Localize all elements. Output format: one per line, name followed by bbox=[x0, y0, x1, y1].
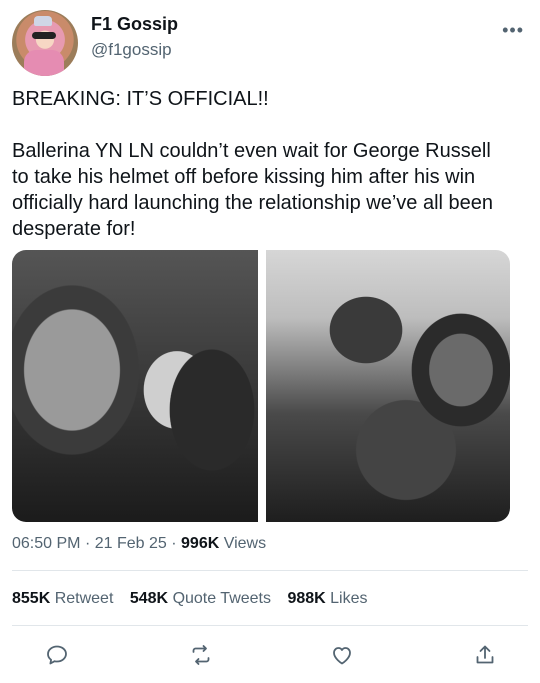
avatar[interactable] bbox=[12, 10, 78, 76]
engagement-stats: 855K Retweet 548K Quote Tweets 988K Like… bbox=[12, 590, 380, 608]
like-button[interactable] bbox=[327, 640, 357, 670]
likes-count: 988K bbox=[287, 590, 326, 607]
avatar-glasses bbox=[32, 32, 56, 39]
quotes-count: 548K bbox=[129, 590, 169, 607]
avatar-crown bbox=[34, 16, 52, 26]
tweet-time[interactable]: 06:50 PM bbox=[12, 535, 80, 552]
retweets-stat[interactable]: 855K Retweet bbox=[12, 590, 118, 607]
media-grid bbox=[12, 250, 510, 522]
like-icon bbox=[333, 647, 351, 665]
reply-button[interactable] bbox=[42, 640, 72, 670]
quotes-stat[interactable]: 548K Quote Tweets bbox=[130, 590, 276, 607]
retweet-button[interactable] bbox=[186, 640, 216, 670]
tweet-paragraph-gap bbox=[12, 112, 512, 138]
meta-separator: · bbox=[84, 535, 95, 552]
tweet-line-2: Ballerina YN LN couldn’t even wait for G… bbox=[12, 140, 494, 240]
likes-label: Likes bbox=[330, 590, 368, 607]
tweet-line-1: BREAKING: IT’S OFFICIAL!! bbox=[12, 88, 269, 110]
display-name[interactable]: F1 Gossip bbox=[91, 14, 178, 35]
views-label: Views bbox=[223, 535, 267, 552]
handle[interactable]: @f1gossip bbox=[91, 40, 172, 60]
action-bar bbox=[0, 640, 540, 674]
views-count: 996K bbox=[181, 535, 220, 552]
tweet-meta: 06:50 PM · 21 Feb 25 · 996K Views bbox=[12, 535, 266, 553]
meta-separator: · bbox=[171, 535, 182, 552]
retweet-icon bbox=[192, 645, 210, 665]
likes-stat[interactable]: 988K Likes bbox=[287, 590, 367, 607]
photo-right[interactable] bbox=[266, 250, 510, 522]
share-icon bbox=[476, 645, 494, 664]
tweet-date[interactable]: 21 Feb 25 bbox=[95, 535, 167, 552]
more-horizontal-icon[interactable]: ••• bbox=[502, 20, 524, 41]
quotes-label: Quote Tweets bbox=[172, 590, 271, 607]
retweets-label: Retweet bbox=[54, 590, 114, 607]
share-button[interactable] bbox=[470, 640, 500, 670]
tweet-header: F1 Gossip @f1gossip ••• bbox=[12, 8, 528, 76]
tweet-text: BREAKING: IT’S OFFICIAL!! Ballerina YN L… bbox=[12, 86, 512, 242]
divider bbox=[12, 625, 528, 626]
reply-icon bbox=[47, 645, 67, 665]
photo-left[interactable] bbox=[12, 250, 258, 522]
divider bbox=[12, 570, 528, 571]
retweets-count: 855K bbox=[12, 590, 51, 607]
avatar-dress bbox=[24, 50, 64, 76]
